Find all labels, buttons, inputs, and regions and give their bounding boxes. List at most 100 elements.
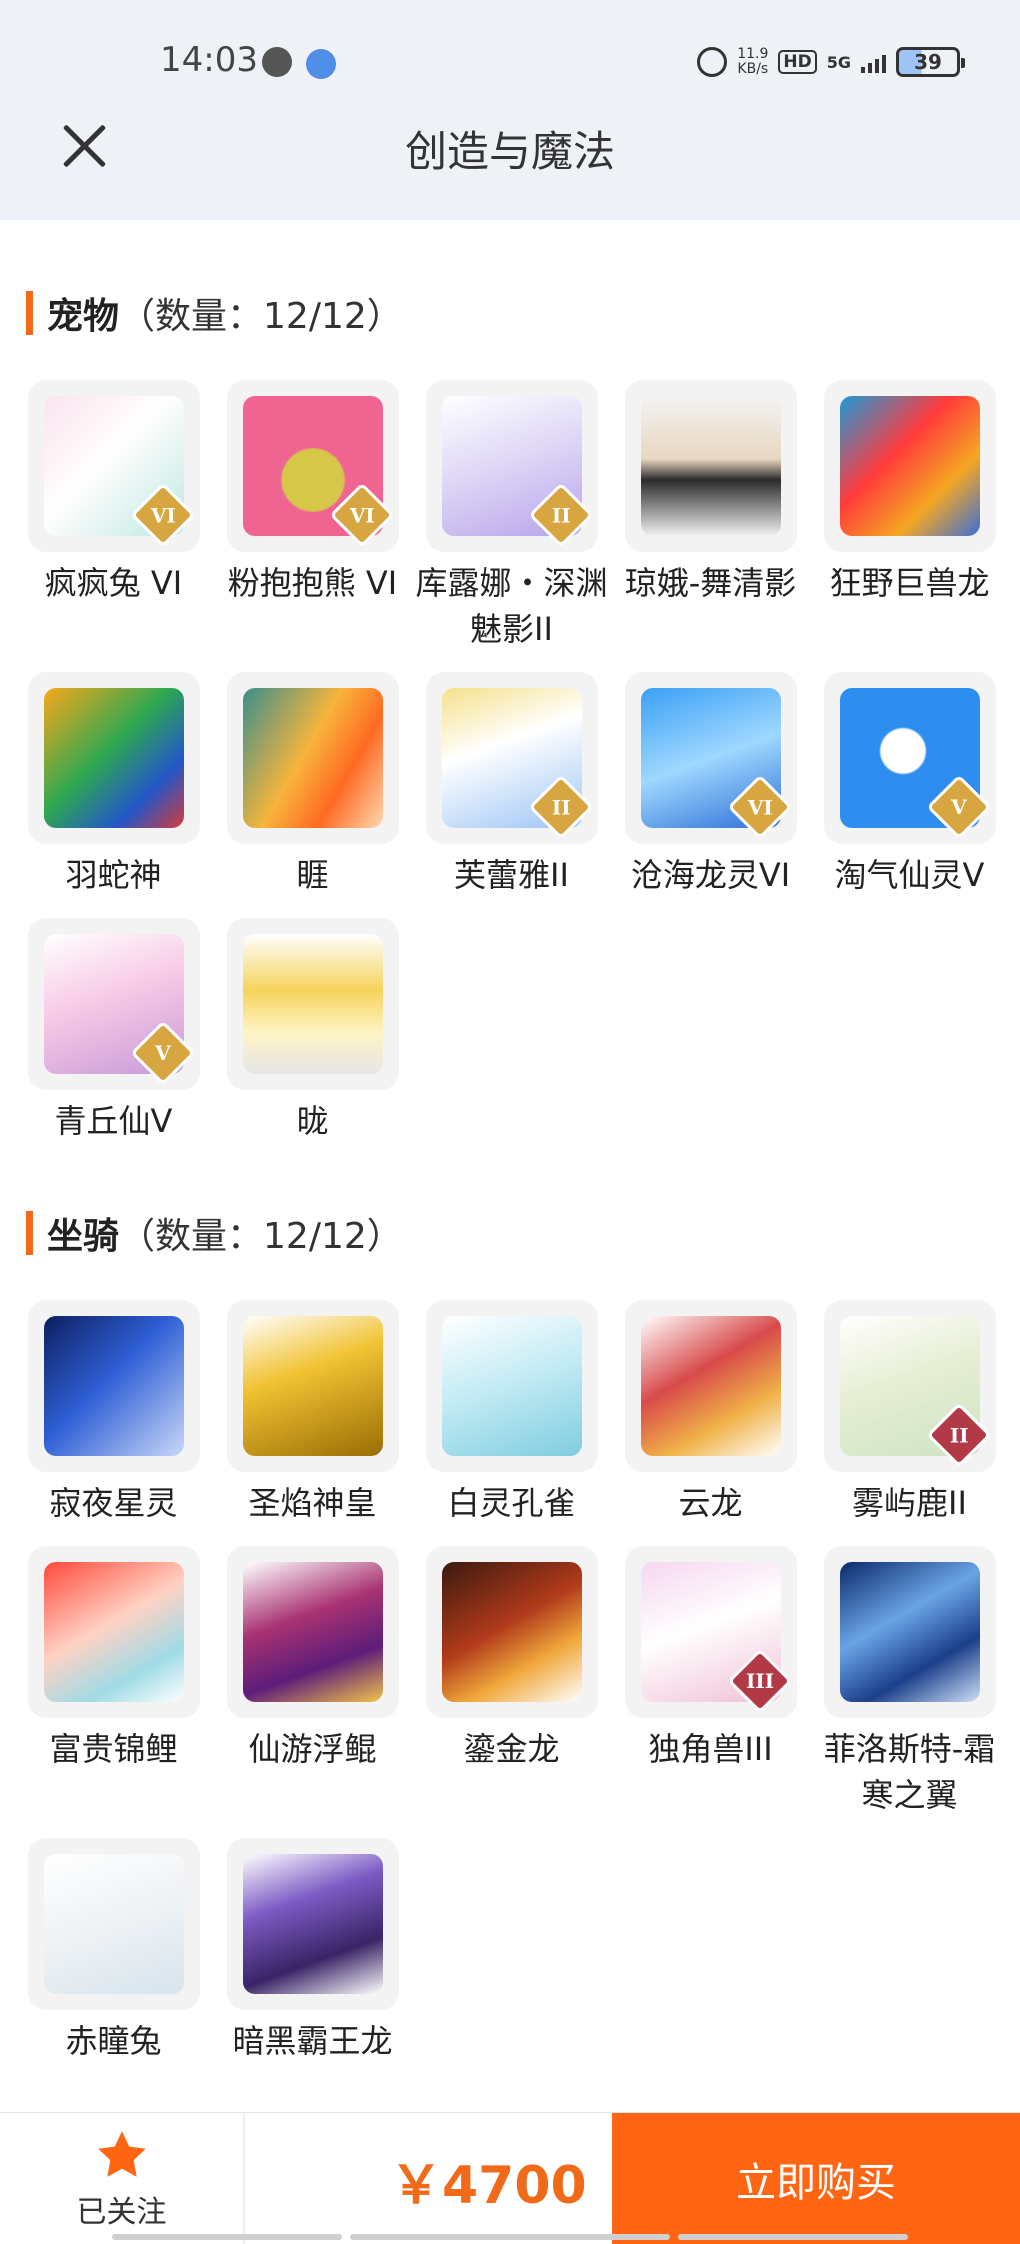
item-label: 独角兽III [648,1730,773,1768]
home-indicator [112,2234,342,2240]
item-card[interactable]: VI 疯疯兔 VI [14,380,213,606]
item-card[interactable]: II 芙蕾雅II [412,672,611,898]
item-label: 云龙 [678,1484,743,1522]
item-label: 羽蛇神 [65,856,162,894]
home-indicator [678,2234,908,2240]
item-artwork [43,1854,184,1994]
section-title: 宠物 [47,296,120,337]
item-card[interactable]: VI 粉抱抱熊 VI [213,380,412,606]
net-speed-value: 11.9 [737,46,769,62]
star-icon [97,2131,146,2177]
item-thumbnail: VI [226,380,399,552]
item-thumbnail: III [624,1546,797,1718]
app-notification-icon [306,49,336,79]
item-card[interactable]: 羽蛇神 [14,672,213,898]
item-card[interactable]: V 青丘仙V [14,918,213,1144]
item-card[interactable]: 白灵孔雀 [412,1300,611,1526]
net-speed-unit: KB/s [737,61,769,77]
item-label: 昽 [296,1102,329,1140]
section-count: （数量：12/12） [119,1216,403,1257]
item-card[interactable]: III 独角兽III [611,1546,810,1772]
item-label: 圣焰神皇 [248,1484,377,1522]
item-label: 芙蕾雅II [454,856,569,894]
item-artwork [242,1854,383,1994]
item-thumbnail [226,672,399,844]
item-artwork [640,1316,781,1456]
item-card[interactable]: 菲洛斯特-霜寒之翼 [810,1546,1009,1818]
item-card[interactable]: 寂夜星灵 [14,1300,213,1526]
section-accent-bar [26,1211,33,1255]
item-card[interactable]: 暗黑霸王龙 [213,1838,412,2064]
item-label: 琼娥-舞清影 [624,564,797,602]
item-card[interactable]: 富贵锦鲤 [14,1546,213,1772]
item-thumbnail: II [425,672,598,844]
section-header: 宠物 （数量：12/12） [26,290,403,337]
item-card[interactable]: 赤瞳兔 [14,1838,213,2064]
item-card[interactable]: II 雾屿鹿II [810,1300,1009,1526]
item-card[interactable]: 昽 [213,918,412,1144]
divider [243,2113,245,2244]
item-artwork [441,1316,582,1456]
item-card[interactable]: 狂野巨兽龙 [810,380,1009,606]
item-thumbnail [425,1300,598,1472]
item-artwork [43,1316,184,1456]
item-label: 狂野巨兽龙 [829,564,990,602]
item-label: 雾屿鹿II [852,1484,967,1522]
item-artwork [43,688,184,828]
tier-label: II [949,1423,968,1447]
battery-icon: 39 [896,47,965,77]
item-card[interactable]: 仙游浮鲲 [213,1546,412,1772]
follow-button[interactable]: 已关注 [0,2113,243,2244]
battery-level: 39 [914,50,942,74]
item-thumbnail: II [823,1300,996,1472]
item-label: 富贵锦鲤 [49,1730,178,1768]
item-thumbnail: VI [27,380,200,552]
buy-now-button[interactable]: 立即购买 [612,2113,1020,2244]
item-card[interactable]: 云龙 [611,1300,810,1526]
item-artwork [242,934,383,1074]
item-label: 鎏金龙 [463,1730,560,1768]
item-thumbnail [226,1546,399,1718]
top-bar: 14:03 11.9 KB/s HD 5G 39 创造与魔法 [0,0,1020,220]
item-thumbnail [823,1546,996,1718]
item-thumbnail: V [27,918,200,1090]
item-artwork [242,688,383,828]
item-label: 青丘仙V [54,1102,173,1140]
item-label: 淘气仙灵V [834,856,985,894]
item-thumbnail: VI [624,672,797,844]
signal-bars-icon [861,51,886,73]
item-card[interactable]: 睚 [213,672,412,898]
section-header: 坐骑 （数量：12/12） [26,1210,403,1257]
item-card[interactable]: VI 沧海龙灵VI [611,672,810,898]
tier-label: II [551,795,570,819]
item-thumbnail [823,380,996,552]
item-thumbnail [27,672,200,844]
page-title: 创造与魔法 [404,127,615,176]
alarm-icon [697,47,728,77]
item-label: 白灵孔雀 [447,1484,576,1522]
item-card[interactable]: V 淘气仙灵V [810,672,1009,898]
item-artwork [242,1316,383,1456]
item-thumbnail [425,1546,598,1718]
section-title: 坐骑 [47,1216,120,1257]
item-artwork [441,1562,582,1702]
tier-label: V [154,1041,171,1065]
item-card[interactable]: 琼娥-舞清影 [611,380,810,606]
tier-label: VI [747,795,772,819]
section-count: （数量：12/12） [119,296,403,337]
item-card[interactable]: 圣焰神皇 [213,1300,412,1526]
item-artwork [839,1562,980,1702]
follow-label: 已关注 [76,2195,167,2230]
item-card[interactable]: 鎏金龙 [412,1546,611,1772]
item-thumbnail [27,1546,200,1718]
price-label: ￥4700 [390,2156,587,2216]
item-artwork [43,1562,184,1702]
tier-label: V [950,795,967,819]
item-card[interactable]: II 库露娜・深渊魅影II [412,380,611,652]
signal-5g-label: 5G [826,52,851,72]
home-indicator [350,2234,670,2240]
item-thumbnail [226,918,399,1090]
item-label: 沧海龙灵VI [630,856,791,894]
tier-label: III [745,1668,774,1693]
item-thumbnail: II [425,380,598,552]
